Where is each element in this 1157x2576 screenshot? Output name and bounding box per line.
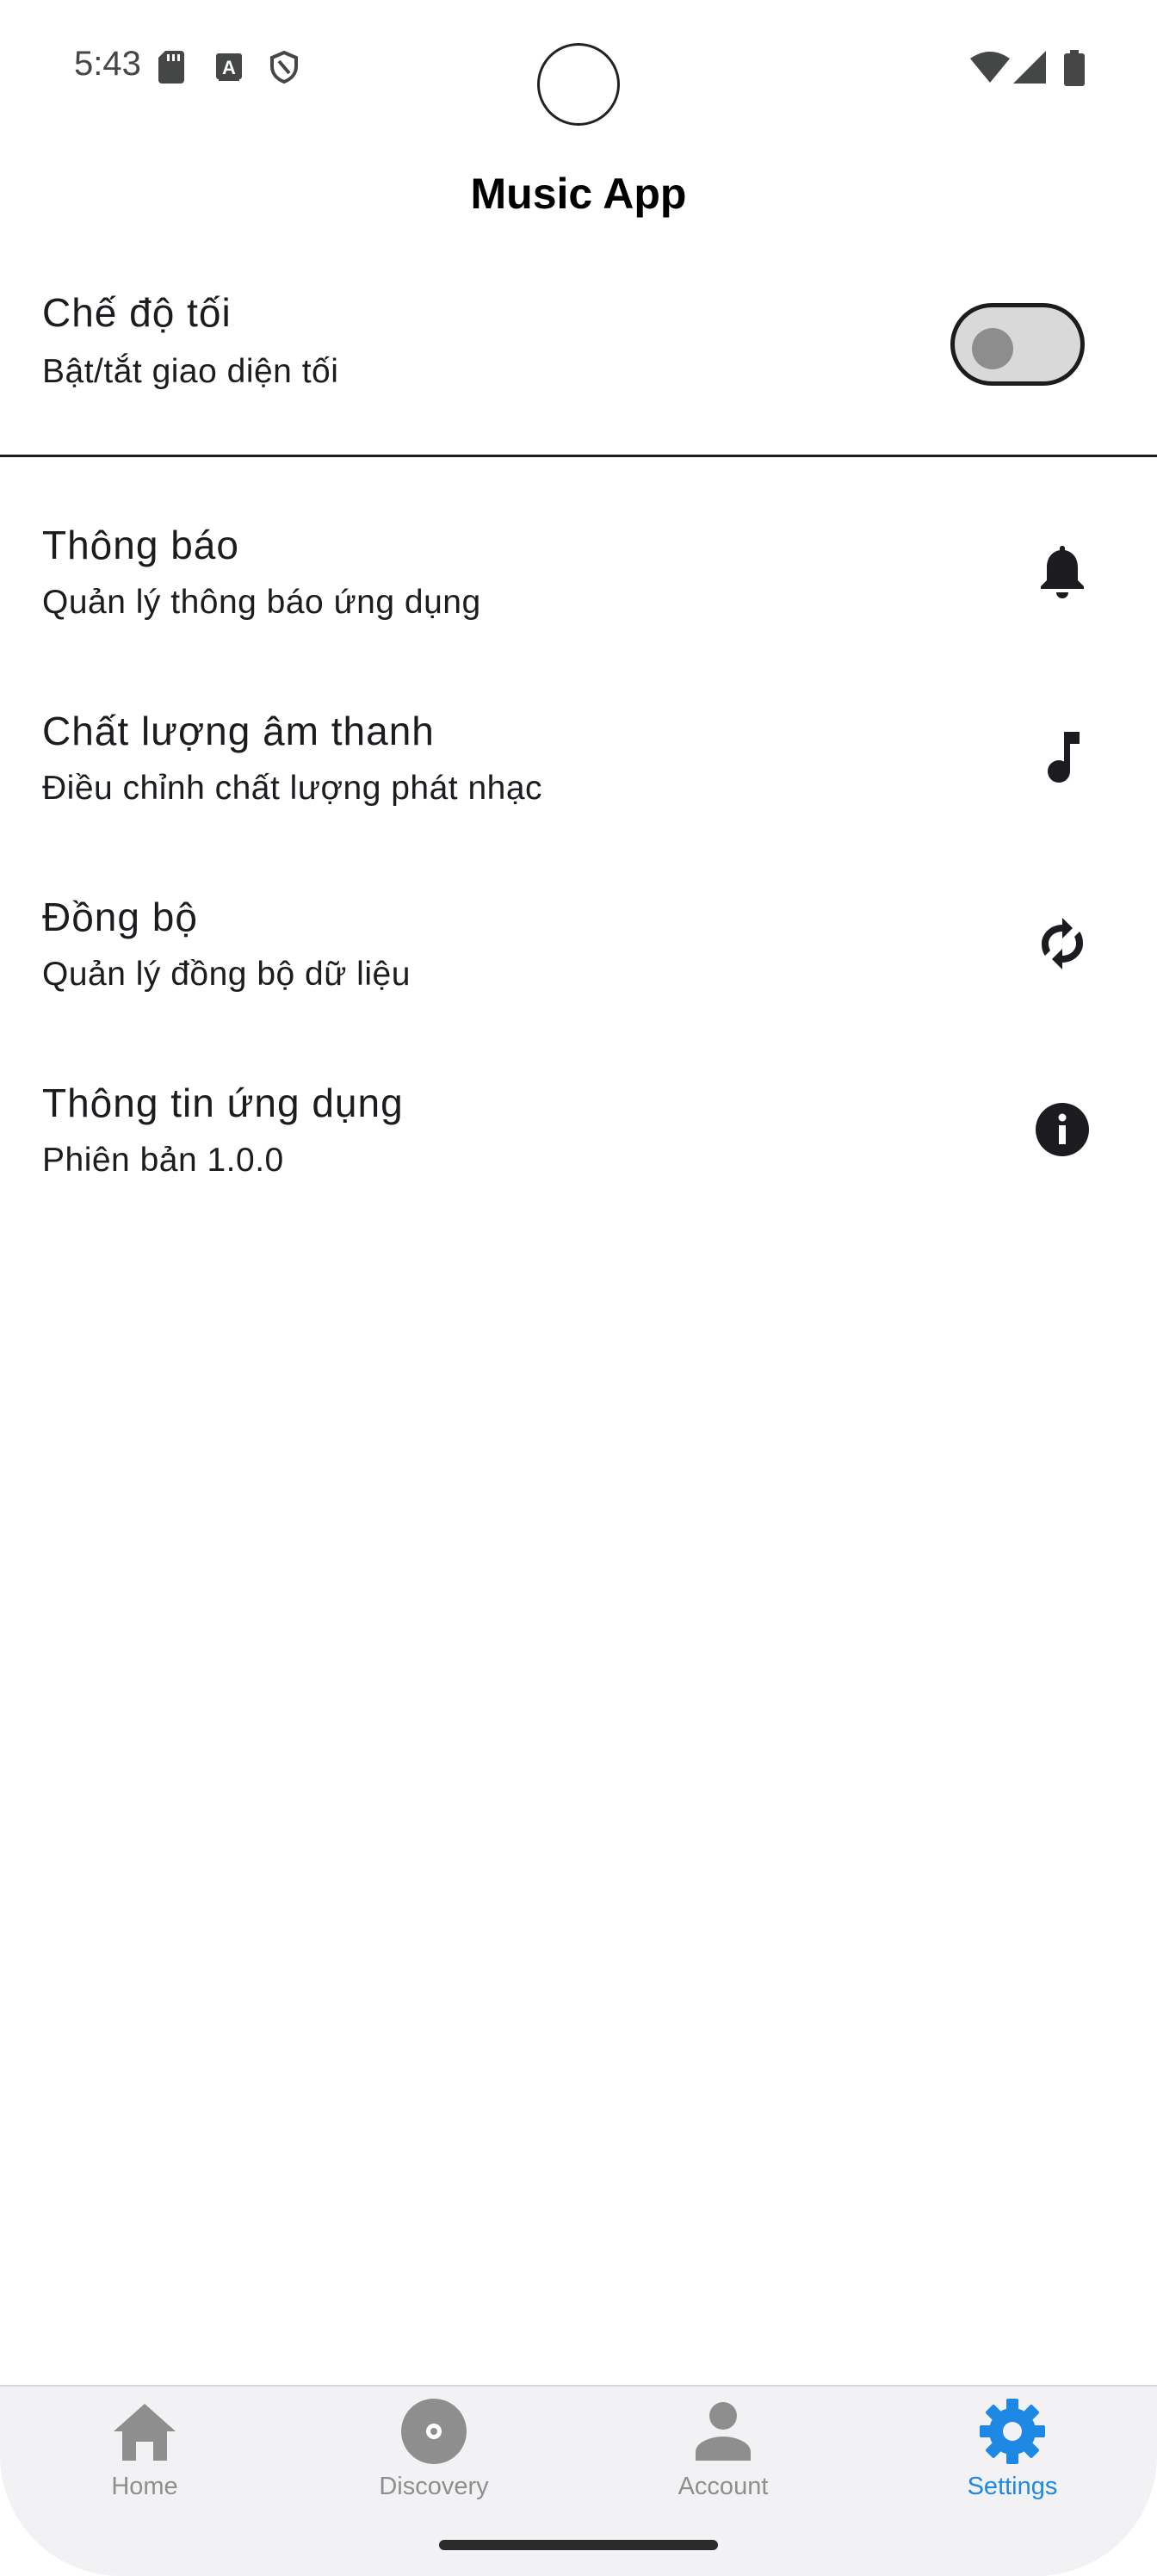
shield-icon: [269, 50, 300, 84]
page-title: Music App: [470, 170, 687, 218]
setting-title: Chế độ tối: [42, 290, 232, 335]
wifi-icon: [969, 50, 1011, 84]
setting-subtitle: Bật/tắt giao diện tối: [42, 353, 339, 390]
battery-icon: [1062, 50, 1086, 86]
home-icon: [110, 2397, 179, 2466]
dark-mode-toggle[interactable]: [950, 303, 1085, 386]
nav-home[interactable]: Home: [0, 2387, 289, 2524]
audio-quality-setting[interactable]: Chất lượng âm thanh Điều chỉnh chất lượn…: [0, 697, 1157, 835]
disc-icon: [399, 2397, 468, 2466]
front-camera: [537, 43, 620, 126]
nav-label: Settings: [967, 2473, 1058, 2500]
toggle-thumb: [972, 328, 1013, 369]
nav-label: Home: [111, 2473, 178, 2500]
setting-title: Thông báo: [42, 523, 239, 567]
nav-account[interactable]: Account: [578, 2387, 868, 2524]
setting-subtitle: Điều chỉnh chất lượng phát nhạc: [42, 770, 543, 807]
app-info-setting[interactable]: Thông tin ứng dụng Phiên bản 1.0.0: [0, 1069, 1157, 1207]
person-icon: [689, 2397, 758, 2466]
setting-subtitle: Quản lý đồng bộ dữ liệu: [42, 956, 411, 993]
sync-setting[interactable]: Đồng bộ Quản lý đồng bộ dữ liệu: [0, 883, 1157, 1021]
nav-settings[interactable]: Settings: [868, 2387, 1157, 2524]
text-a-icon: A: [213, 50, 244, 84]
settings-screen: 5:43 A Music App Chế độ tối Bật/tắt giao…: [0, 0, 1157, 2576]
nav-label: Discovery: [379, 2473, 489, 2500]
nav-discovery[interactable]: Discovery: [289, 2387, 578, 2524]
divider: [0, 455, 1157, 457]
setting-title: Chất lượng âm thanh: [42, 709, 435, 753]
setting-title: Thông tin ứng dụng: [42, 1081, 404, 1125]
signal-icon: [1012, 50, 1047, 84]
setting-title: Đồng bộ: [42, 895, 198, 939]
setting-subtitle: Quản lý thông báo ứng dụng: [42, 584, 481, 621]
bell-icon: [1031, 541, 1093, 603]
nav-label: Account: [677, 2473, 769, 2500]
notifications-setting[interactable]: Thông báo Quản lý thông báo ứng dụng: [0, 511, 1157, 649]
info-icon: [1031, 1099, 1093, 1161]
status-time: 5:43: [74, 45, 141, 83]
gear-icon: [978, 2397, 1047, 2466]
sd-card-icon: [157, 50, 186, 84]
music-note-icon: [1031, 727, 1093, 789]
status-bar: 5:43 A: [0, 0, 1157, 138]
setting-subtitle: Phiên bản 1.0.0: [42, 1142, 284, 1179]
sync-icon: [1031, 913, 1093, 975]
svg-text:A: A: [222, 57, 236, 78]
home-indicator[interactable]: [439, 2540, 718, 2550]
